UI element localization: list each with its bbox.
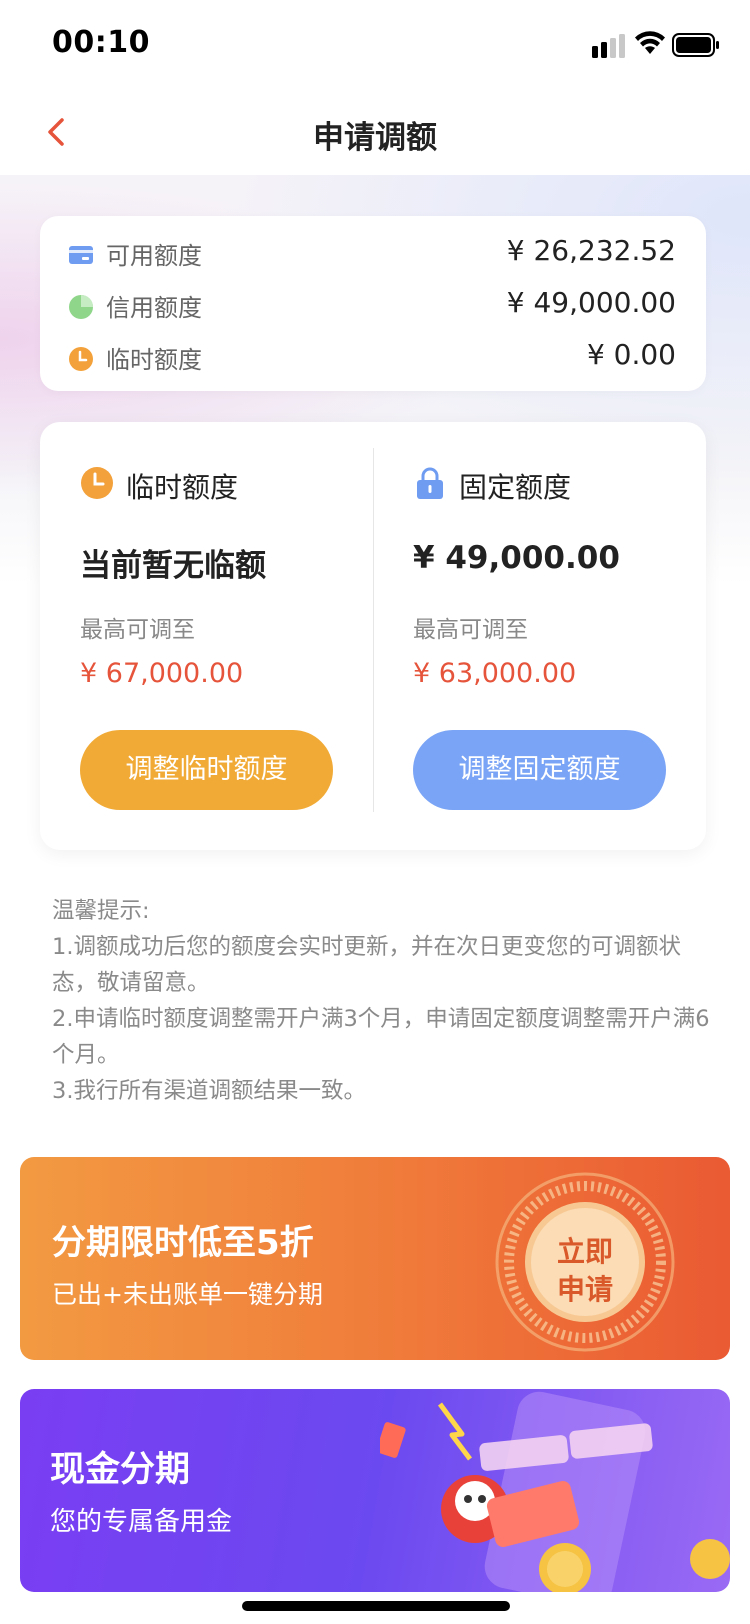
summary-label: 可用额度 [106,242,202,270]
fixed-limit-title: 固定额度 [459,471,572,504]
status-bar: 00:10 [0,0,750,90]
tips-section: 温馨提示: 1.调额成功后您的额度会实时更新，并在次日更变您的可调额状态，敬请留… [52,893,712,1109]
tip-item: 2.申请临时额度调整需开户满3个月，申请固定额度调整需开户满6个月。 [52,1006,710,1068]
fixed-limit-section: 固定额度 ¥ 49,000.00 最高可调至 ¥ 63,000.00 调整固定额… [373,422,706,850]
pie-icon [69,295,93,319]
temporary-max-label: 最高可调至 [80,617,195,643]
installment-promo-banner[interactable]: 分期限时低至5折 已出+未出账单一键分期 立即 申请 [20,1157,730,1360]
adjust-temporary-limit-button[interactable]: 调整临时额度 [80,730,333,810]
cash-banner-title: 现金分期 [50,1450,191,1490]
summary-row-credit: 信用额度 ¥ 49,000.00 [68,286,676,326]
tip-item: 3.我行所有渠道调额结果一致。 [52,1078,366,1104]
cash-banner-illustration [380,1391,730,1592]
fixed-max-value: ¥ 63,000.00 [413,658,577,689]
tip-item: 1.调额成功后您的额度会实时更新，并在次日更变您的可调额状态，敬请留意。 [52,934,681,996]
clock-icon [81,467,113,499]
summary-value: ¥ 49,000.00 [506,286,676,319]
temporary-current-value: 当前暂无临额 [80,548,266,584]
temporary-limit-section: 临时额度 当前暂无临额 最高可调至 ¥ 67,000.00 调整临时额度 [40,422,373,850]
fixed-current-value: ¥ 49,000.00 [413,540,620,576]
summary-value: ¥ 26,232.52 [506,234,676,267]
limit-summary-card: 可用额度 ¥ 26,232.52 信用额度 ¥ 49,000.00 临时额度 ¥… [40,216,706,391]
card-icon [69,246,93,264]
apply-badge-line2: 申请 [556,1273,613,1306]
apply-now-badge[interactable]: 立即 申请 [490,1167,680,1357]
installment-banner-subtitle: 已出+未出账单一键分期 [52,1280,323,1309]
page-title: 申请调额 [313,120,437,156]
summary-row-temporary: 临时额度 ¥ 0.00 [68,338,676,378]
adjust-limit-card: 临时额度 当前暂无临额 最高可调至 ¥ 67,000.00 调整临时额度 固定额… [40,422,706,850]
summary-label: 信用额度 [106,294,202,322]
tips-title: 温馨提示: [52,898,150,924]
apply-badge-line1: 立即 [556,1235,613,1268]
status-time: 00:10 [52,25,150,60]
summary-label: 临时额度 [106,346,202,374]
cellular-signal-icon [592,34,625,58]
temporary-limit-title: 临时额度 [126,471,239,504]
summary-row-available: 可用额度 ¥ 26,232.52 [68,234,676,274]
adjust-fixed-limit-button[interactable]: 调整固定额度 [413,730,666,810]
installment-banner-title: 分期限时低至5折 [52,1223,314,1263]
home-indicator [242,1601,510,1611]
temporary-max-value: ¥ 67,000.00 [80,658,244,689]
lock-icon [417,467,443,499]
summary-value: ¥ 0.00 [586,338,676,371]
battery-icon [672,33,719,57]
navigation-bar: 申请调额 [0,90,750,176]
wifi-icon [635,31,665,54]
clock-icon [69,347,93,371]
cash-installment-banner[interactable]: 现金分期 您的专属备用金 [20,1389,730,1592]
cash-banner-subtitle: 您的专属备用金 [50,1507,233,1537]
fixed-max-label: 最高可调至 [413,617,528,643]
